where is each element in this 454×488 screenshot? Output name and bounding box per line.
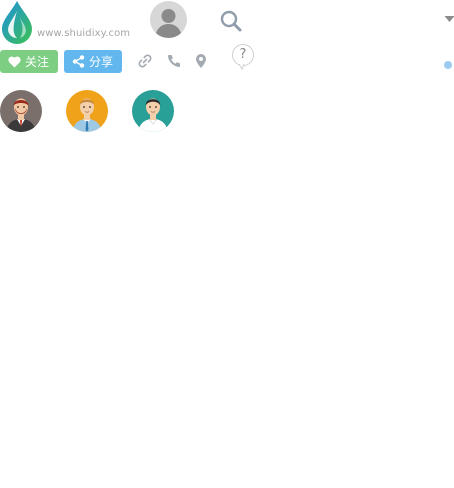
- person-avatar-3[interactable]: [132, 90, 174, 132]
- user-avatar[interactable]: [150, 1, 187, 38]
- follow-button[interactable]: 关注: [0, 50, 58, 73]
- link-icon[interactable]: [137, 53, 153, 69]
- search-icon[interactable]: [219, 9, 243, 33]
- man-avatar-icon: [6, 98, 36, 132]
- follow-label: 关注: [25, 55, 50, 69]
- person-avatar-1[interactable]: [0, 90, 42, 132]
- status-dot: [444, 61, 452, 69]
- help-icon[interactable]: ?: [232, 44, 254, 66]
- logo[interactable]: [0, 0, 34, 44]
- man-avatar-icon: [138, 98, 168, 132]
- user-silhouette-icon: [155, 9, 182, 38]
- phone-icon[interactable]: [166, 53, 182, 69]
- water-drop-logo-icon: [2, 1, 32, 44]
- help-bubble-tail: [238, 64, 245, 70]
- man-avatar-icon: [72, 98, 102, 132]
- share-icon: [72, 55, 85, 68]
- heart-icon: [8, 56, 21, 67]
- location-pin-icon[interactable]: [193, 53, 209, 69]
- person-avatar-2[interactable]: [66, 90, 108, 132]
- site-url: www.shuidixy.com: [37, 28, 131, 39]
- chevron-down-icon[interactable]: [444, 8, 454, 22]
- share-label: 分享: [89, 55, 114, 69]
- share-button[interactable]: 分享: [64, 50, 122, 73]
